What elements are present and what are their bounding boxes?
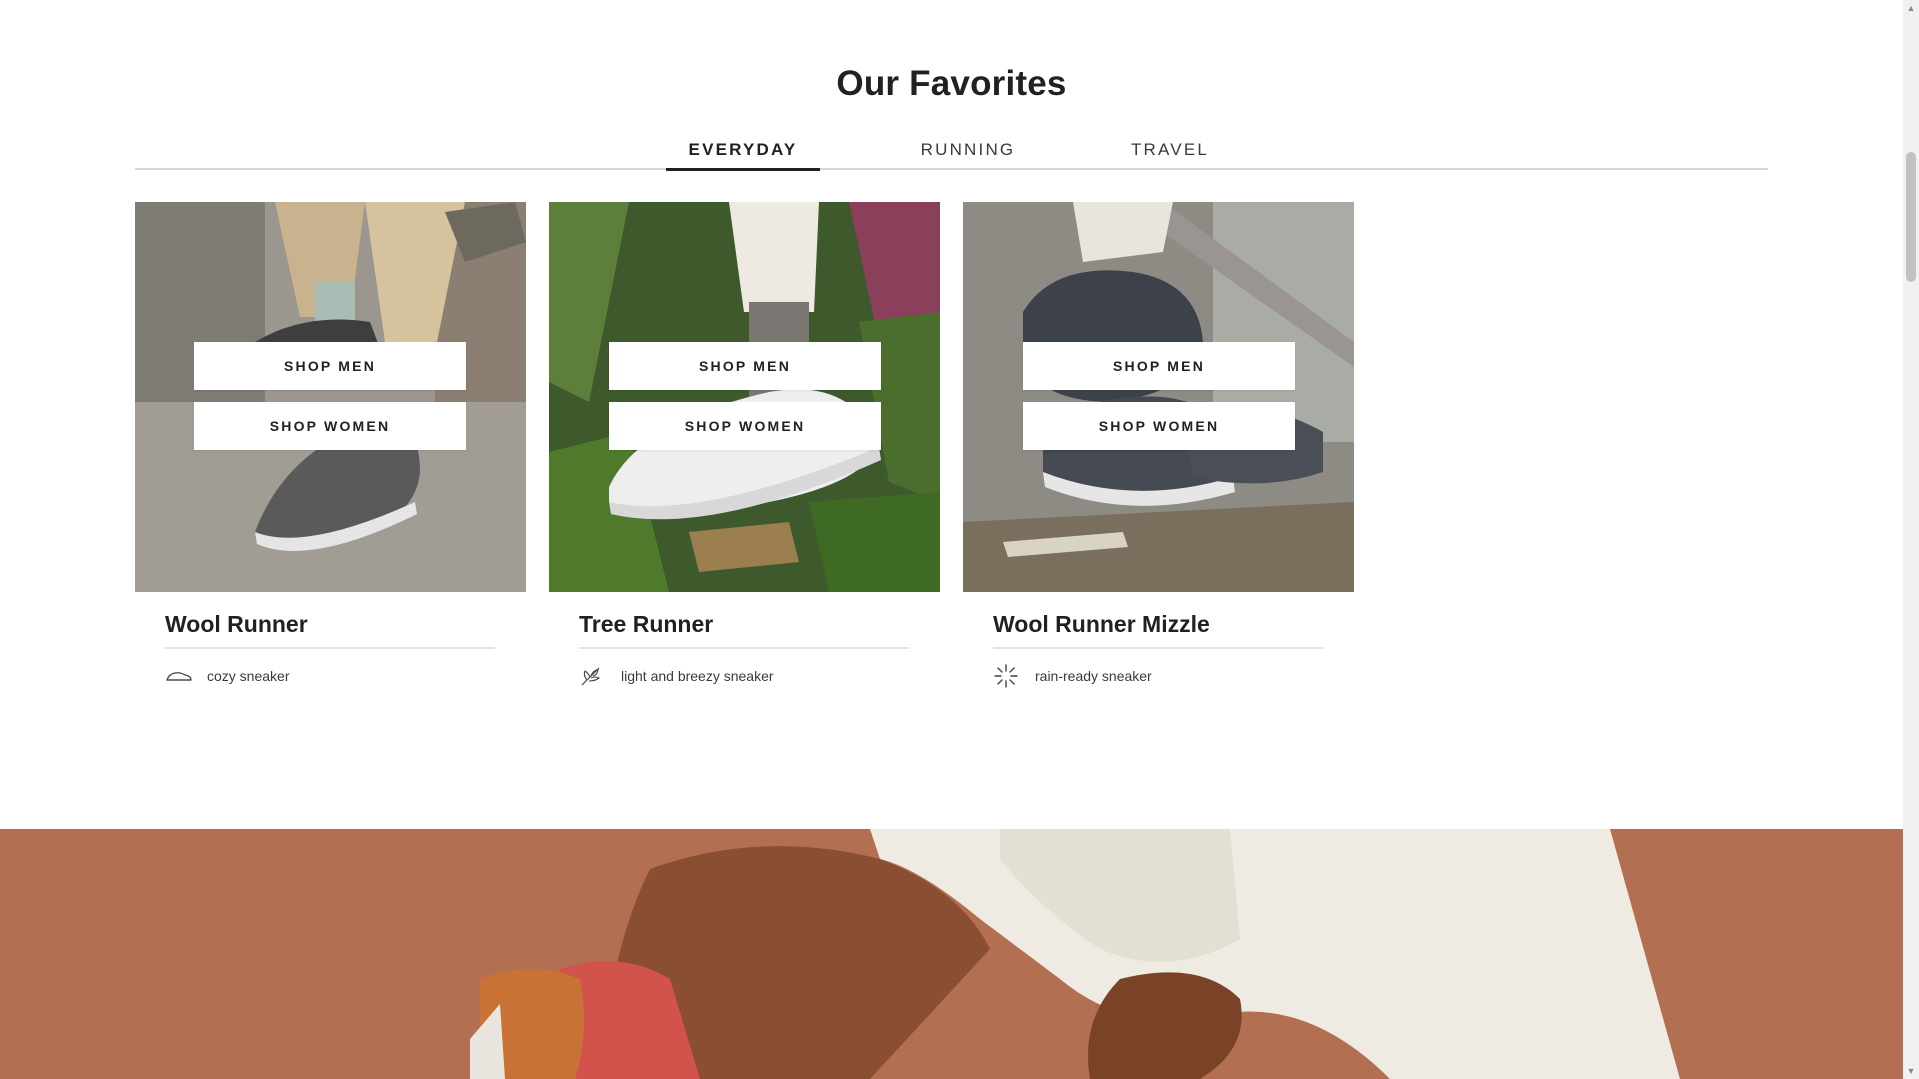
scroll-down-arrow-icon[interactable]: ▼ [1903,1063,1919,1079]
scroll-thumb[interactable] [1906,152,1916,282]
tab-travel[interactable]: TRAVEL [1100,140,1240,168]
wool-runner-mizzle-photo [963,202,1354,592]
product-description-text: light and breezy sneaker [621,668,774,684]
product-card-tree-runner: SHOP MEN SHOP WOMEN Tree Runner light an… [549,202,940,687]
shop-women-button[interactable]: SHOP WOMEN [609,402,881,450]
product-description: light and breezy sneaker [579,665,940,687]
page: Our Favorites EVERYDAY RUNNING TRAVEL SH… [0,0,1903,1079]
tree-runner-photo [549,202,940,592]
wool-runner-photo [135,202,526,592]
product-name[interactable]: Wool Runner Mizzle [993,611,1323,649]
product-description-text: cozy sneaker [207,668,290,684]
sneaker-icon [165,665,193,687]
rain-burst-icon [993,664,1021,688]
product-image-tree-runner[interactable]: SHOP MEN SHOP WOMEN [549,202,940,592]
product-description: rain-ready sneaker [993,664,1354,688]
shop-men-button[interactable]: SHOP MEN [194,342,466,390]
product-card-wool-runner-mizzle: SHOP MEN SHOP WOMEN Wool Runner Mizzle r… [963,202,1354,688]
vertical-scrollbar[interactable]: ▲ ▼ [1903,0,1919,1079]
hero-banner [0,829,1903,1079]
category-tabs: EVERYDAY RUNNING TRAVEL [135,134,1768,171]
shop-men-button[interactable]: SHOP MEN [1023,342,1295,390]
tab-running[interactable]: RUNNING [898,140,1038,168]
product-name[interactable]: Tree Runner [579,611,909,649]
hero-photo [0,829,1903,1079]
tab-everyday[interactable]: EVERYDAY [666,140,820,171]
section-title: Our Favorites [836,64,1067,103]
shop-men-button[interactable]: SHOP MEN [609,342,881,390]
product-card-wool-runner: SHOP MEN SHOP WOMEN Wool Runner cozy sne… [135,202,526,687]
product-image-wool-runner-mizzle[interactable]: SHOP MEN SHOP WOMEN [963,202,1354,592]
product-name[interactable]: Wool Runner [165,611,495,649]
product-description-text: rain-ready sneaker [1035,668,1152,684]
shop-women-button[interactable]: SHOP WOMEN [194,402,466,450]
shop-women-button[interactable]: SHOP WOMEN [1023,402,1295,450]
product-description: cozy sneaker [165,665,526,687]
product-image-wool-runner[interactable]: SHOP MEN SHOP WOMEN [135,202,526,592]
scroll-up-arrow-icon[interactable]: ▲ [1903,0,1919,16]
leaf-icon [579,665,607,687]
